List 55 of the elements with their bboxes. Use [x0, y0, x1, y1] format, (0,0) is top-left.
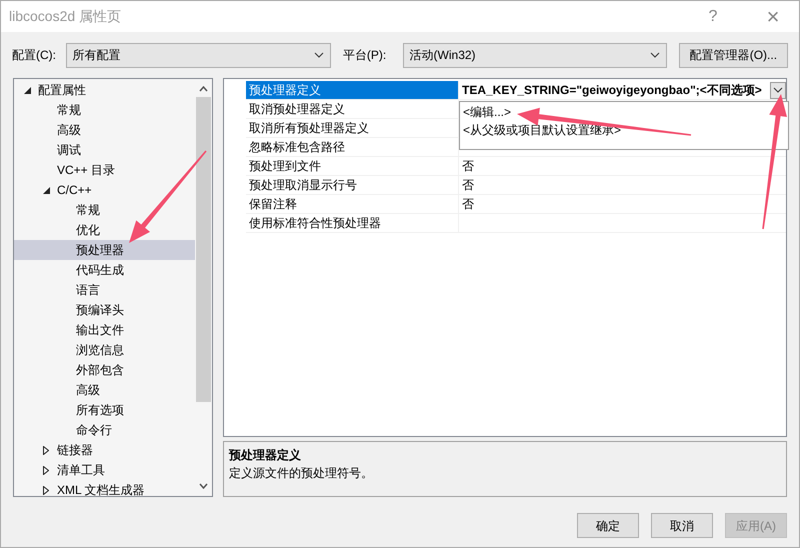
tree-item[interactable]: 常规 [14, 200, 195, 220]
chevron-down-icon [314, 52, 324, 58]
property-name[interactable]: 预处理取消显示行号 [246, 176, 459, 194]
window-title: libcocos2d 属性页 [9, 7, 122, 26]
property-name[interactable]: 预处理到文件 [246, 157, 459, 175]
tree-item[interactable]: VC++ 目录 [14, 160, 195, 180]
close-button[interactable]: × [755, 6, 791, 28]
tree-item[interactable]: 优化 [14, 220, 195, 240]
property-name[interactable]: 使用标准符合性预处理器 [246, 214, 459, 232]
tree-item[interactable]: 语言 [14, 280, 195, 300]
description-text: 定义源文件的预处理符号。 [229, 465, 374, 482]
config-label: 配置(C): [12, 47, 57, 64]
chevron-down-icon [773, 87, 783, 93]
tree-item[interactable]: 清单工具 [14, 460, 195, 480]
dropdown-option[interactable]: <编辑...> [460, 103, 788, 121]
tree-item[interactable]: 链接器 [14, 440, 195, 460]
tree-item[interactable]: 命令行 [14, 420, 195, 440]
property-value: 否 [461, 177, 475, 194]
collapsed-triangle-icon[interactable] [43, 466, 49, 474]
help-button[interactable]: ? [695, 4, 731, 28]
dialog-button[interactable]: 确定 [577, 513, 639, 538]
dialog-button[interactable]: 取消 [651, 513, 713, 538]
tree-item[interactable]: 浏览信息 [14, 340, 195, 360]
tree-item[interactable]: 代码生成 [14, 260, 195, 280]
expanded-triangle-icon[interactable] [24, 86, 31, 94]
tree-item[interactable]: 外部包含 [14, 360, 195, 380]
config-manager-button[interactable]: 配置管理器(O)... [678, 42, 788, 68]
tree-item[interactable]: C/C++ [14, 180, 195, 200]
property-name[interactable]: 保留注释 [246, 195, 459, 213]
tree-item[interactable]: 高级 [14, 120, 195, 140]
collapsed-triangle-icon[interactable] [43, 446, 49, 454]
tree-item[interactable]: 预编译头 [14, 300, 195, 320]
dropdown-button[interactable] [770, 82, 786, 98]
property-value-field[interactable]: TEA_KEY_STRING="geiwoyigeyongbao";<不同选项> [459, 81, 786, 99]
config-dropdown[interactable]: 所有配置 [66, 42, 331, 68]
tree-item[interactable]: 常规 [14, 100, 195, 120]
tree-item[interactable]: 配置属性 [14, 80, 195, 100]
expanded-triangle-icon[interactable] [43, 186, 50, 194]
scroll-up-icon[interactable] [199, 86, 208, 92]
collapsed-triangle-icon[interactable] [43, 486, 49, 494]
property-value: 否 [461, 196, 475, 213]
platform-label: 平台(P): [342, 47, 388, 64]
tree-item[interactable]: 所有选项 [14, 400, 195, 420]
scroll-down-icon[interactable] [199, 483, 208, 489]
description-title: 预处理器定义 [229, 447, 302, 464]
tree-item[interactable]: 高级 [14, 380, 195, 400]
property-value: 否 [461, 158, 475, 175]
property-name[interactable]: 预处理器定义 [246, 81, 459, 99]
tree-item[interactable]: XML 文档生成器 [14, 480, 195, 500]
scrollbar-thumb[interactable] [196, 97, 211, 402]
platform-dropdown[interactable]: 活动(Win32) [402, 42, 667, 68]
tree-item[interactable]: 调试 [14, 140, 195, 160]
chevron-down-icon [650, 52, 660, 58]
tree-item[interactable]: 输出文件 [14, 320, 195, 340]
tree-item[interactable]: 预处理器 [14, 240, 195, 260]
